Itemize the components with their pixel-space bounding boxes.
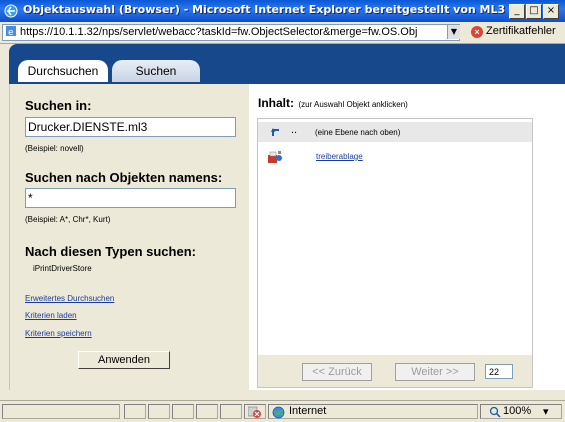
status-text-cell bbox=[2, 404, 120, 419]
blocked-popup-icon bbox=[248, 406, 261, 418]
content-heading-title: Inhalt: bbox=[258, 96, 294, 110]
svg-text:e: e bbox=[8, 28, 14, 37]
list-item[interactable]: treiberablage bbox=[258, 149, 532, 169]
url-field[interactable]: e https://10.1.1.32/nps/servlet/webacc?t… bbox=[2, 24, 460, 41]
internet-globe-icon bbox=[272, 406, 285, 419]
zoom-dropdown-icon[interactable]: ▾ bbox=[543, 405, 549, 418]
types-label: Nach diesen Typen suchen: bbox=[25, 244, 196, 259]
cert-error-label: Zertifikatfehler bbox=[486, 25, 556, 37]
object-list: .. (eine Ebene nach oben) treiberablage … bbox=[257, 118, 533, 388]
load-criteria-link[interactable]: Kriterien laden bbox=[25, 311, 77, 320]
title-bar: Objektauswahl (Browser) - Microsoft Inte… bbox=[0, 0, 565, 22]
status-cell bbox=[244, 404, 266, 419]
search-pane: Suchen in: Drucker.DIENSTE.ml3 (Beispiel… bbox=[9, 84, 250, 390]
apply-button[interactable]: Anwenden bbox=[78, 351, 170, 369]
url-text: https://10.1.1.32/nps/servlet/webacc?tas… bbox=[20, 26, 418, 38]
types-value: iPrintDriverStore bbox=[33, 264, 92, 273]
address-bar: e https://10.1.1.32/nps/servlet/webacc?t… bbox=[0, 22, 565, 44]
level-up-text: (eine Ebene nach oben) bbox=[315, 128, 401, 137]
search-name-example: (Beispiel: A*, Chr*, Kurt) bbox=[25, 215, 111, 224]
cert-error-icon: × bbox=[471, 26, 483, 38]
zoom-label: 100% bbox=[503, 405, 532, 417]
status-cell bbox=[124, 404, 146, 419]
level-up-arrow-icon bbox=[271, 128, 279, 136]
tab-durchsuchen[interactable]: Durchsuchen bbox=[18, 60, 108, 82]
status-cell bbox=[220, 404, 242, 419]
close-button[interactable]: × bbox=[543, 4, 559, 19]
level-up-row[interactable]: .. (eine Ebene nach oben) bbox=[258, 122, 532, 142]
status-bar: Internet 100% ▾ bbox=[0, 400, 565, 422]
window-title: Objektauswahl (Browser) - Microsoft Inte… bbox=[23, 3, 506, 16]
driver-store-icon bbox=[268, 151, 282, 163]
search-in-field[interactable]: Drucker.DIENSTE.ml3 bbox=[25, 117, 236, 137]
zone-cell: Internet bbox=[268, 404, 478, 419]
zone-label: Internet bbox=[289, 405, 327, 417]
back-button[interactable]: << Zurück bbox=[302, 363, 372, 381]
ie-logo-icon bbox=[4, 4, 18, 18]
status-cell bbox=[148, 404, 170, 419]
search-in-label: Suchen in: bbox=[25, 98, 92, 113]
search-name-field[interactable]: * bbox=[25, 188, 236, 208]
zoom-icon bbox=[489, 406, 501, 418]
content-heading: Inhalt: (zur Auswahl Objekt anklicken) bbox=[258, 94, 408, 112]
list-item-label[interactable]: treiberablage bbox=[316, 152, 363, 161]
url-dropdown-button[interactable]: ▼ bbox=[447, 25, 460, 39]
tab-suchen[interactable]: Suchen bbox=[112, 60, 200, 82]
zoom-cell[interactable]: 100% ▾ bbox=[480, 404, 562, 419]
next-button[interactable]: Weiter >> bbox=[395, 363, 475, 381]
pagination-bar: << Zurück Weiter >> 22 bbox=[258, 355, 532, 387]
content-heading-hint: (zur Auswahl Objekt anklicken) bbox=[298, 100, 408, 109]
tab-strip: Durchsuchen Suchen bbox=[9, 44, 565, 84]
status-cell bbox=[172, 404, 194, 419]
maximize-button[interactable]: □ bbox=[526, 4, 542, 19]
page-size-field[interactable]: 22 bbox=[485, 364, 513, 379]
search-name-label: Suchen nach Objekten namens: bbox=[25, 170, 223, 185]
search-in-example: (Beispiel: novell) bbox=[25, 144, 84, 153]
certificate-error[interactable]: × Zertifikatfehler bbox=[471, 25, 556, 38]
page-icon: e bbox=[6, 26, 16, 37]
status-cell bbox=[196, 404, 218, 419]
minimize-button[interactable]: _ bbox=[509, 4, 525, 19]
level-up-dots: .. bbox=[291, 124, 298, 136]
save-criteria-link[interactable]: Kriterien speichern bbox=[25, 329, 92, 338]
advanced-browse-link[interactable]: Erweitertes Durchsuchen bbox=[25, 294, 114, 303]
